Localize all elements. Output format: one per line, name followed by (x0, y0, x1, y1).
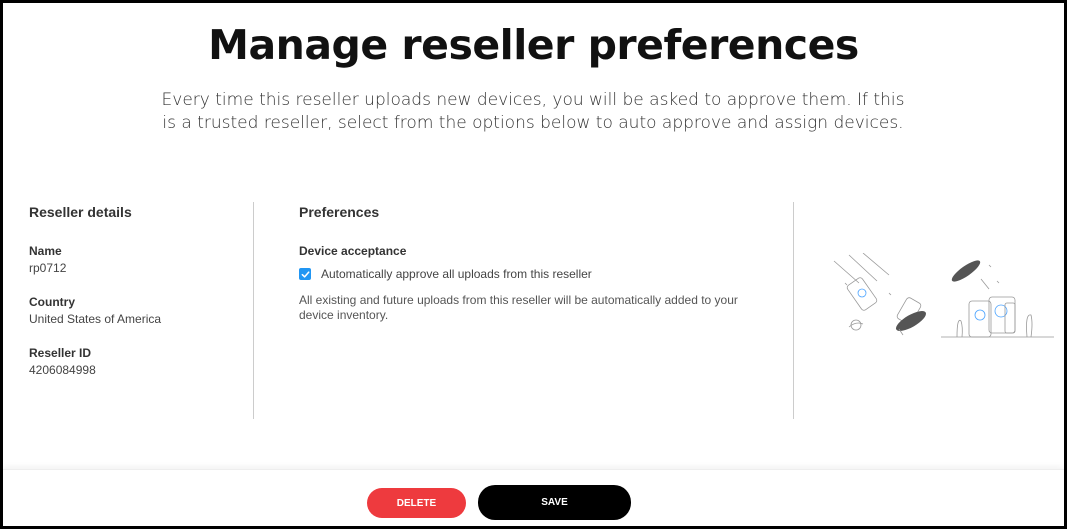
reseller-id-field: Reseller ID 4206084998 (29, 345, 249, 379)
country-label: Country (29, 295, 75, 309)
reseller-id-label: Reseller ID (29, 346, 92, 360)
auto-approve-note: All existing and future uploads from thi… (299, 293, 738, 322)
country-value: United States of America (29, 312, 162, 326)
page-subtitle: Every time this reseller uploads new dev… (161, 90, 905, 133)
device-upload-illustration (829, 252, 1054, 353)
name-value: rp0712 (29, 261, 67, 275)
checkmark-icon (301, 270, 310, 278)
action-footer: DELETE SAVE (3, 469, 1064, 526)
reseller-details-heading: Reseller details (29, 204, 132, 220)
reseller-details-panel: Reseller details Name rp0712 Country Uni… (29, 204, 249, 396)
dialog-frame: Manage reseller preferences Every time t… (3, 3, 1064, 526)
auto-approve-label[interactable]: Automatically approve all uploads from t… (321, 267, 592, 281)
delete-button[interactable]: DELETE (367, 488, 466, 518)
auto-approve-row[interactable]: Automatically approve all uploads from t… (299, 266, 769, 282)
device-acceptance-label: Device acceptance (299, 244, 407, 258)
name-label: Name (29, 244, 62, 258)
auto-approve-checkbox[interactable] (299, 268, 311, 280)
preferences-heading: Preferences (299, 204, 380, 220)
device-upload-illustration-icon (833, 252, 1054, 338)
country-field: Country United States of America (29, 294, 249, 328)
name-field: Name rp0712 (29, 243, 249, 277)
preferences-panel: Preferences Device acceptance Automatica… (299, 204, 769, 323)
right-divider (793, 202, 794, 419)
reseller-id-value: 4206084998 (29, 363, 96, 377)
left-divider (253, 202, 254, 419)
save-button[interactable]: SAVE (478, 485, 631, 520)
page-title: Manage reseller preferences (208, 21, 859, 69)
